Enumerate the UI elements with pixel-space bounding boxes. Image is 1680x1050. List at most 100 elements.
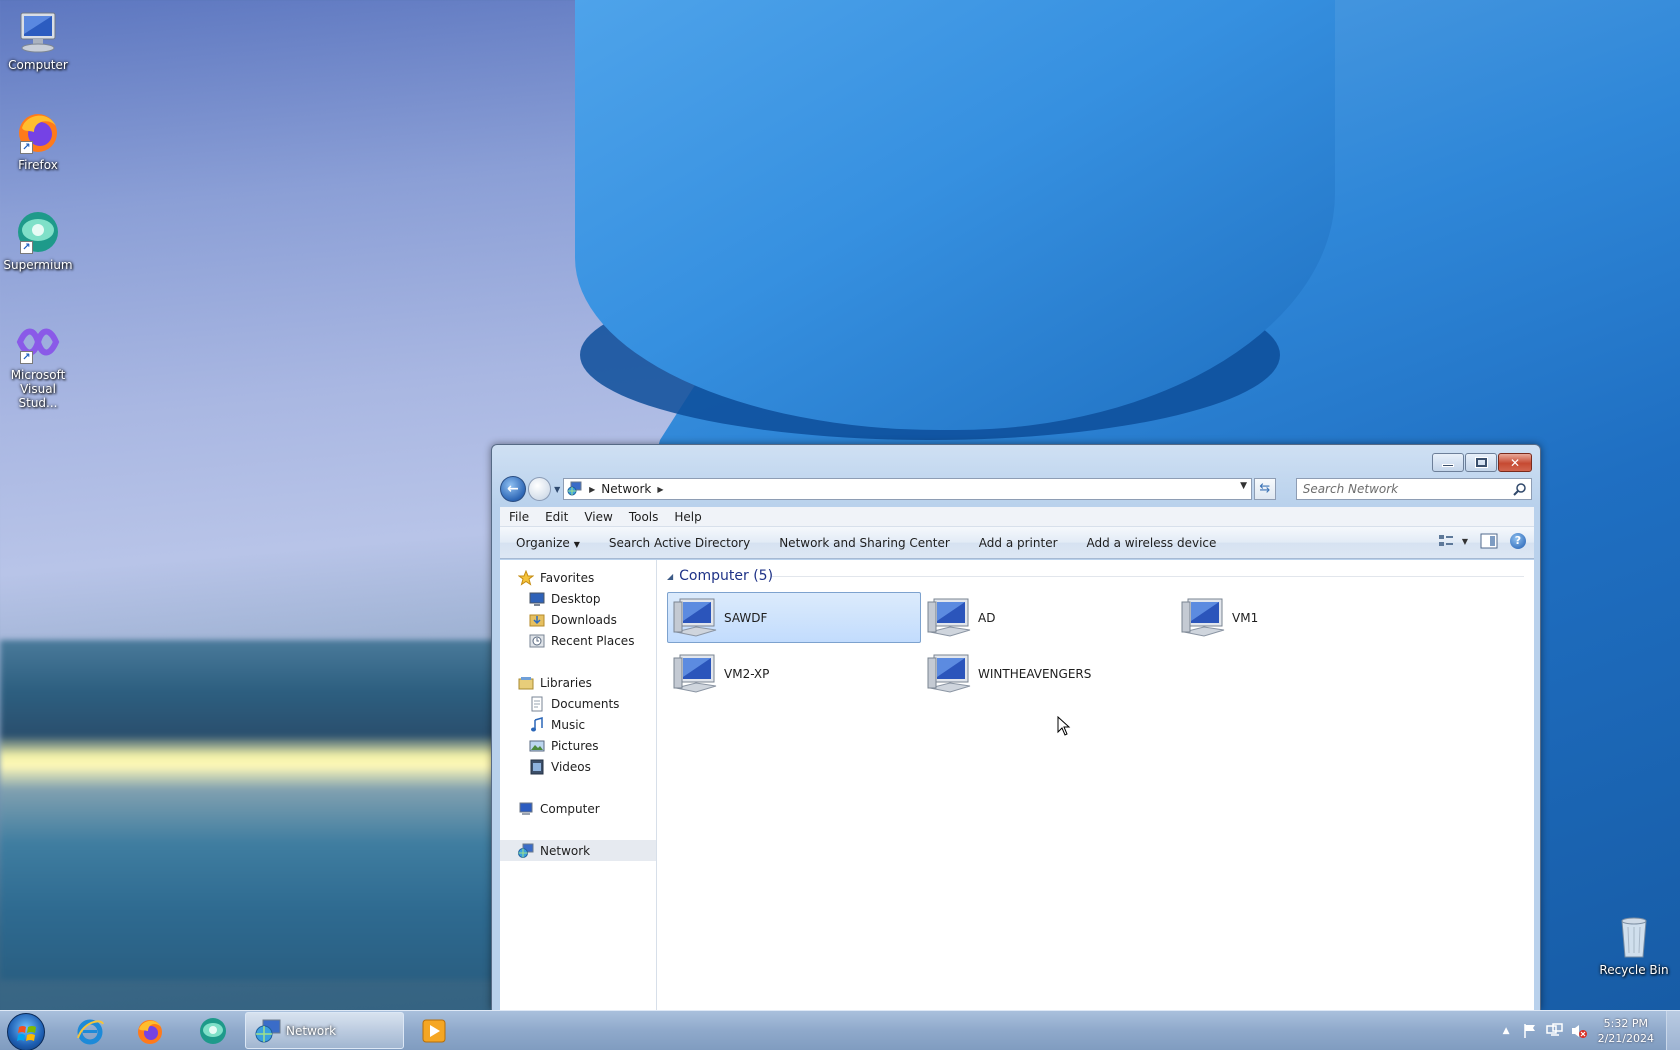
search-active-directory-button[interactable]: Search Active Directory (609, 536, 750, 550)
breadcrumb-separator-icon[interactable]: ▶ (589, 485, 595, 494)
search-box[interactable] (1295, 478, 1533, 500)
menu-edit[interactable]: Edit (545, 510, 568, 524)
clock-time: 5:32 PM (1603, 1017, 1648, 1030)
nav-network[interactable]: Network (500, 840, 656, 861)
taskbar-internet-explorer[interactable] (60, 1013, 120, 1049)
maximize-button[interactable] (1465, 453, 1497, 472)
computer-icon (14, 8, 62, 56)
chevron-down-icon: ▼ (1461, 536, 1468, 546)
network-computer-icon (927, 598, 971, 637)
address-bar[interactable]: ▶ Network ▶ ▼ (563, 478, 1253, 500)
libraries-icon (518, 676, 534, 689)
desktop-icon-firefox[interactable]: ↗ Firefox (0, 108, 76, 172)
computer-name: VM2-XP (724, 666, 770, 681)
computer-item[interactable]: SAWDF (667, 592, 921, 643)
search-input[interactable] (1302, 482, 1503, 496)
network-sharing-center-button[interactable]: Network and Sharing Center (779, 536, 950, 550)
documents-icon (531, 696, 543, 711)
minimize-button[interactable] (1432, 453, 1464, 472)
organize-button[interactable]: Organize ▼ (516, 536, 580, 550)
forward-button[interactable] (527, 477, 552, 501)
desktop-icon-label: Firefox (18, 158, 58, 172)
firefox-icon: ↗ (14, 108, 62, 156)
taskbar-firefox[interactable] (120, 1013, 180, 1049)
nav-music[interactable]: Music (500, 714, 656, 735)
group-header[interactable]: ◢ Computer (5) (667, 566, 1524, 586)
nav-favorites[interactable]: Favorites (500, 567, 656, 588)
action-center-flag-icon[interactable] (1522, 1023, 1538, 1039)
menu-help[interactable]: Help (674, 510, 701, 524)
preview-pane-icon[interactable] (1480, 533, 1498, 549)
start-button[interactable] (7, 1013, 45, 1050)
taskbar-media-player[interactable] (404, 1013, 464, 1049)
taskbar-supermium[interactable] (183, 1013, 243, 1049)
desktop-icon-label: Computer (8, 58, 68, 72)
music-icon (531, 716, 543, 731)
menu-view[interactable]: View (584, 510, 612, 524)
collapse-triangle-icon[interactable]: ◢ (667, 572, 673, 581)
help-icon[interactable]: ? (1510, 533, 1526, 549)
computer-name: AD (978, 610, 996, 625)
menu-file[interactable]: File (509, 510, 529, 524)
chevron-down-icon: ▼ (573, 539, 580, 549)
desktop-icon-recycle-bin[interactable]: Recycle Bin (1594, 913, 1674, 977)
add-wireless-device-button[interactable]: Add a wireless device (1087, 536, 1217, 550)
desktop-icon-computer[interactable]: Computer (0, 8, 76, 72)
nav-label: Recent Places (551, 633, 635, 648)
search-icon[interactable] (1513, 482, 1527, 496)
visual-studio-icon: ↗ (14, 318, 62, 366)
computer-icon (519, 802, 533, 815)
caption-buttons: ✕ (1432, 453, 1532, 472)
menu-tools[interactable]: Tools (629, 510, 659, 524)
volume-muted-icon[interactable] (1570, 1023, 1588, 1039)
show-hidden-icons-button[interactable]: ▲ (1503, 1026, 1510, 1036)
group-title: Computer (5) (679, 568, 774, 584)
desktop-icon-supermium[interactable]: ↗ Supermium (0, 208, 76, 272)
network-tray-icon[interactable] (1545, 1023, 1564, 1039)
change-view-button[interactable]: ▼ (1438, 534, 1468, 548)
nav-label: Network (540, 843, 591, 858)
network-icon (255, 1019, 281, 1042)
network-computer-icon (1181, 598, 1225, 637)
close-icon: ✕ (1509, 455, 1521, 470)
nav-label: Pictures (551, 738, 599, 753)
show-desktop-button[interactable] (1666, 1011, 1680, 1050)
computer-item[interactable]: AD (921, 592, 1175, 643)
breadcrumb-separator-icon[interactable]: ▶ (657, 485, 663, 494)
wallpaper-stripes (0, 640, 500, 980)
add-printer-button[interactable]: Add a printer (979, 536, 1058, 550)
nav-videos[interactable]: Videos (500, 756, 656, 777)
shortcut-arrow-icon: ↗ (20, 351, 33, 364)
nav-documents[interactable]: Documents (500, 693, 656, 714)
taskbar-task-network[interactable]: Network (245, 1012, 404, 1049)
clock[interactable]: 5:32 PM 2/21/2024 (1598, 1016, 1654, 1046)
nav-computer[interactable]: Computer (500, 798, 656, 819)
back-button[interactable]: ← (500, 476, 526, 502)
nav-libraries[interactable]: Libraries (500, 672, 656, 693)
content-area: Favorites Desktop Downloads Recent Place… (500, 560, 1534, 1010)
explorer-window: ✕ ← ▼ ▶ Network ▶ ▼ ⇆ File Edit View Too… (491, 444, 1541, 1010)
computer-item[interactable]: VM2-XP (667, 648, 921, 699)
nav-downloads[interactable]: Downloads (500, 609, 656, 630)
nav-desktop[interactable]: Desktop (500, 588, 656, 609)
address-dropdown-icon[interactable]: ▼ (1240, 481, 1247, 491)
nav-pictures[interactable]: Pictures (500, 735, 656, 756)
recent-pages-dropdown[interactable]: ▼ (551, 485, 563, 494)
desktop-icon-visual-studio[interactable]: ↗ Microsoft Visual Stud... (0, 318, 76, 410)
menu-bar: File Edit View Tools Help (500, 507, 1534, 527)
computer-name: WINTHEAVENGERS (978, 666, 1092, 681)
nav-label: Downloads (551, 612, 617, 627)
refresh-button[interactable]: ⇆ (1254, 478, 1276, 500)
computer-item[interactable]: VM1 (1175, 592, 1429, 643)
breadcrumb-network[interactable]: Network (601, 482, 651, 496)
computer-item[interactable]: WINTHEAVENGERS (921, 648, 1175, 699)
nav-label: Desktop (551, 591, 601, 606)
nav-recent-places[interactable]: Recent Places (500, 630, 656, 651)
system-tray: ▲ 5:32 PM 2/21/2024 (1503, 1011, 1680, 1050)
task-label: Network (286, 1023, 337, 1038)
taskbar: Network ▲ 5:32 PM 2/21/2024 (0, 1010, 1680, 1050)
maximize-icon (1474, 457, 1488, 468)
close-button[interactable]: ✕ (1498, 453, 1532, 472)
nav-label: Libraries (540, 675, 592, 690)
back-arrow-icon: ← (506, 481, 519, 497)
